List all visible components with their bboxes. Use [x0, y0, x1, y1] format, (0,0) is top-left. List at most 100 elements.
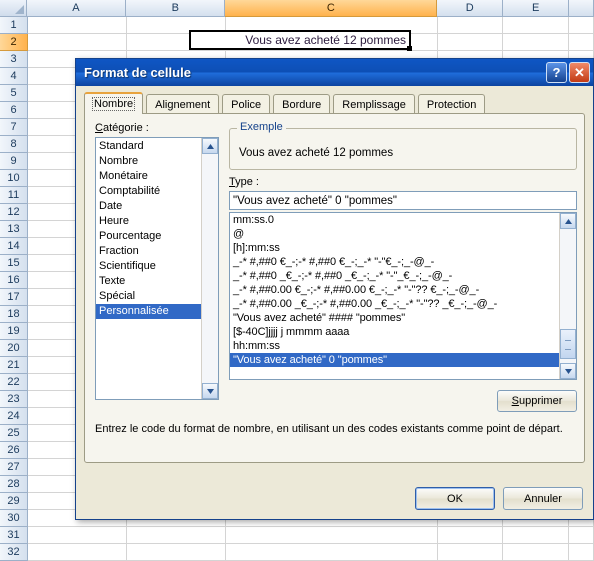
dialog-titlebar[interactable]: Format de cellule ? ✕: [76, 59, 593, 86]
format-cells-dialog[interactable]: Format de cellule ? ✕ Nombre Alignement Po…: [75, 58, 594, 520]
row-header-24[interactable]: 24: [0, 408, 28, 425]
category-item[interactable]: Scientifique: [96, 259, 201, 274]
format-code-item[interactable]: _-* #,##0.00 _€_-;-* #,##0.00 _€_-;_-* "…: [230, 297, 559, 311]
grid-cell[interactable]: [226, 544, 438, 561]
column-header-b[interactable]: B: [126, 0, 226, 17]
scroll-down-icon[interactable]: [202, 383, 218, 399]
column-header-e[interactable]: E: [503, 0, 570, 17]
column-header-a[interactable]: A: [26, 0, 127, 17]
row-header-22[interactable]: 22: [0, 374, 28, 391]
grid-cell[interactable]: [437, 527, 504, 544]
format-code-scroll-track[interactable]: [560, 229, 576, 363]
grid-cell[interactable]: [127, 527, 227, 544]
grid-cell[interactable]: [503, 34, 570, 51]
category-item[interactable]: Standard: [96, 139, 201, 154]
grid-cell[interactable]: [28, 34, 128, 51]
category-scrollbar[interactable]: [201, 138, 218, 399]
grid-cell[interactable]: [569, 17, 594, 34]
close-icon[interactable]: ✕: [569, 62, 590, 83]
format-code-item[interactable]: [$-40C]jjjj j mmmm aaaa: [230, 325, 559, 339]
grid-cell[interactable]: [28, 527, 128, 544]
row-header-5[interactable]: 5: [0, 85, 28, 102]
delete-button[interactable]: Supprimer: [497, 390, 577, 412]
format-code-scroll-thumb[interactable]: [560, 329, 576, 359]
grid-cell[interactable]: [28, 544, 128, 561]
category-item[interactable]: Heure: [96, 214, 201, 229]
grid-cell[interactable]: [28, 17, 128, 34]
row-header-1[interactable]: 1: [0, 17, 28, 34]
tab-remplissage[interactable]: Remplissage: [333, 94, 415, 114]
dialog-tabstrip[interactable]: Nombre Alignement Police Bordure Remplissage…: [84, 92, 585, 114]
format-code-item[interactable]: hh:mm:ss: [230, 339, 559, 353]
row-header-16[interactable]: 16: [0, 272, 28, 289]
active-cell-c2[interactable]: Vous avez acheté 12 pommes: [189, 30, 412, 51]
category-item[interactable]: Personnalisée: [96, 304, 201, 319]
format-code-item[interactable]: mm:ss.0: [230, 213, 559, 227]
format-code-item[interactable]: [h]:mm:ss: [230, 241, 559, 255]
row-header-8[interactable]: 8: [0, 136, 28, 153]
row-header-15[interactable]: 15: [0, 255, 28, 272]
grid-cell[interactable]: [437, 34, 504, 51]
grid-cell[interactable]: [569, 34, 594, 51]
grid-row[interactable]: [28, 544, 594, 561]
tab-protection[interactable]: Protection: [417, 94, 486, 114]
row-header-27[interactable]: 27: [0, 459, 28, 476]
row-header-21[interactable]: 21: [0, 357, 28, 374]
row-header-18[interactable]: 18: [0, 306, 28, 323]
row-header-28[interactable]: 28: [0, 476, 28, 493]
row-header-4[interactable]: 4: [0, 68, 28, 85]
grid-row[interactable]: [28, 527, 594, 544]
row-header-26[interactable]: 26: [0, 442, 28, 459]
row-header-13[interactable]: 13: [0, 221, 28, 238]
category-listbox[interactable]: Standard Nombre Monétaire Comptabilité Date H…: [95, 137, 219, 400]
row-header-9[interactable]: 9: [0, 153, 28, 170]
category-item[interactable]: Pourcentage: [96, 229, 201, 244]
type-input[interactable]: [229, 191, 577, 210]
row-header-14[interactable]: 14: [0, 238, 28, 255]
category-item[interactable]: Date: [96, 199, 201, 214]
row-header-6[interactable]: 6: [0, 102, 28, 119]
category-item[interactable]: Spécial: [96, 289, 201, 304]
category-item[interactable]: Nombre: [96, 154, 201, 169]
row-header-20[interactable]: 20: [0, 340, 28, 357]
tab-nombre[interactable]: Nombre: [84, 92, 144, 114]
column-header-f[interactable]: [569, 0, 594, 17]
row-header-19[interactable]: 19: [0, 323, 28, 340]
format-code-item[interactable]: @: [230, 227, 559, 241]
ok-button[interactable]: OK: [415, 487, 495, 510]
grid-cell[interactable]: [437, 17, 504, 34]
help-icon[interactable]: ?: [546, 62, 567, 83]
grid-cell[interactable]: [226, 527, 438, 544]
format-code-item[interactable]: "Vous avez acheté" 0 "pommes": [230, 353, 559, 367]
row-header-17[interactable]: 17: [0, 289, 28, 306]
format-code-items[interactable]: mm:ss.0 @ [h]:mm:ss _-* #,##0 €_-;-* #,##0 …: [230, 213, 559, 379]
grid-cell[interactable]: [437, 544, 504, 561]
row-header-7[interactable]: 7: [0, 119, 28, 136]
format-code-item[interactable]: _-* #,##0 €_-;-* #,##0 €_-;_-* "-"€_-;_-…: [230, 255, 559, 269]
tab-bordure[interactable]: Bordure: [273, 94, 331, 114]
row-header-31[interactable]: 31: [0, 527, 28, 544]
tab-police[interactable]: Police: [222, 94, 271, 114]
grid-cell[interactable]: [503, 544, 570, 561]
fill-handle[interactable]: [407, 46, 412, 51]
scroll-up-icon[interactable]: [202, 138, 218, 154]
grid-cell[interactable]: [569, 527, 594, 544]
grid-cell[interactable]: [569, 544, 594, 561]
tab-alignement[interactable]: Alignement: [146, 94, 220, 114]
format-code-item[interactable]: "Vous avez acheté" #### "pommes": [230, 311, 559, 325]
row-header-30[interactable]: 30: [0, 510, 28, 527]
category-item[interactable]: Texte: [96, 274, 201, 289]
category-items[interactable]: Standard Nombre Monétaire Comptabilité Date H…: [96, 138, 201, 399]
row-header-32[interactable]: 32: [0, 544, 28, 561]
category-item[interactable]: Comptabilité: [96, 184, 201, 199]
row-header-29[interactable]: 29: [0, 493, 28, 510]
format-code-scrollbar[interactable]: [559, 213, 576, 379]
row-header-12[interactable]: 12: [0, 204, 28, 221]
row-header-25[interactable]: 25: [0, 425, 28, 442]
column-header-c[interactable]: C: [225, 0, 438, 17]
category-scroll-track[interactable]: [202, 154, 218, 383]
column-header-d[interactable]: D: [437, 0, 504, 17]
row-header-11[interactable]: 11: [0, 187, 28, 204]
row-header-10[interactable]: 10: [0, 170, 28, 187]
grid-cell[interactable]: [127, 544, 227, 561]
